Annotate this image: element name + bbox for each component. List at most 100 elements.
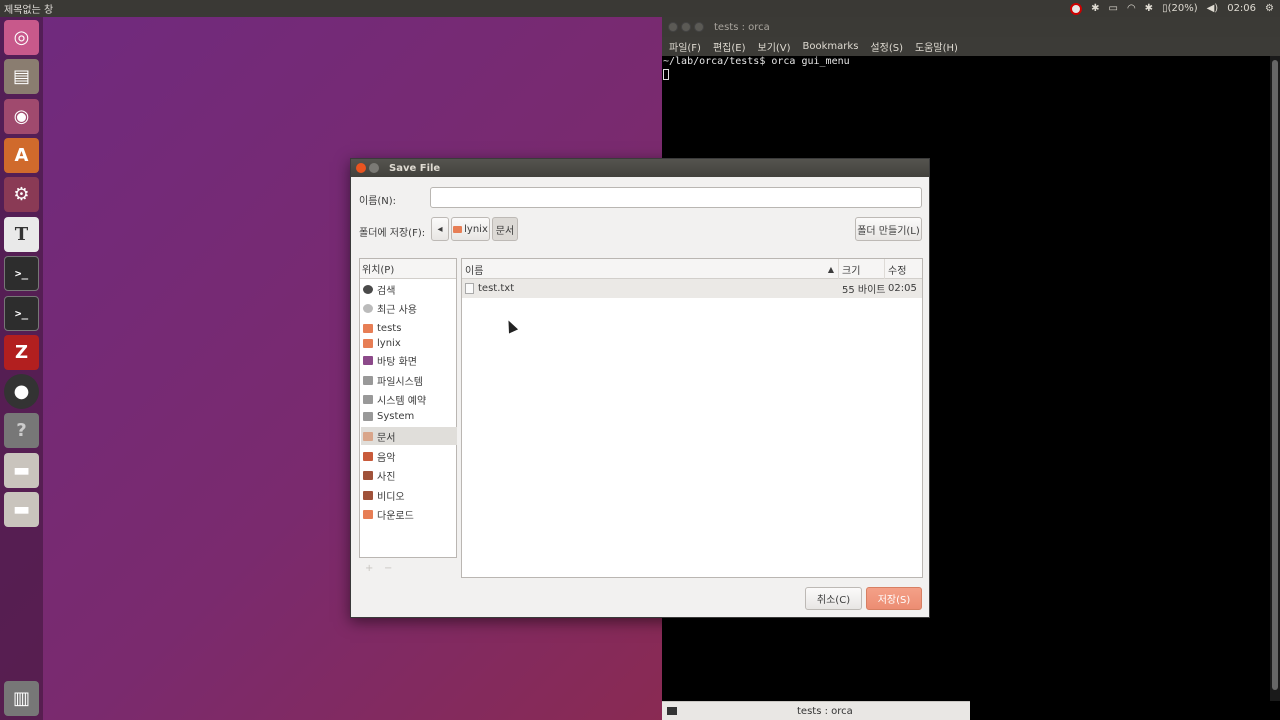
- bluetooth-indicator-icon[interactable]: ✱: [1145, 3, 1153, 14]
- place-label: 검색: [377, 285, 396, 297]
- dialog-titlebar[interactable]: Save File: [351, 159, 929, 177]
- trash-icon[interactable]: ▥: [4, 681, 39, 716]
- add-bookmark-icon[interactable]: +: [365, 563, 373, 574]
- minimize-icon[interactable]: [681, 22, 691, 32]
- terminal-titlebar[interactable]: tests : orca: [662, 17, 1280, 37]
- home-folder-icon: [363, 338, 373, 348]
- obs-icon[interactable]: ●: [4, 374, 39, 409]
- place-documents[interactable]: 문서: [361, 427, 457, 445]
- place-label: 파일시스템: [377, 376, 423, 388]
- terminal-scrollbar[interactable]: [1270, 56, 1280, 701]
- terminal-output[interactable]: ~/lab/orca/tests$ orca gui_menu: [662, 56, 1270, 83]
- place-pictures[interactable]: 사진: [361, 466, 457, 484]
- gear-icon[interactable]: ⚙: [1265, 3, 1274, 14]
- downloads-folder-icon: [363, 509, 373, 519]
- place-downloads[interactable]: 다운로드: [361, 505, 457, 523]
- folder-icon: [363, 323, 373, 333]
- file-size-cell: 55 바이트: [842, 285, 886, 296]
- menu-bookmarks[interactable]: Bookmarks: [803, 41, 859, 52]
- launcher: ◎ ▤ ◉ A ⚙ T >_ >_ Z ● ? ▬ ▬ ▥: [0, 17, 43, 720]
- chevron-left-icon: ◂: [437, 223, 443, 235]
- place-label: 음악: [377, 452, 396, 464]
- table-row[interactable]: test.txt 55 바이트 02:05: [462, 279, 922, 298]
- indicator-area: ✱ ▭ ◠ ✱ ▯(20%) ◀) 02:06 ⚙: [1070, 0, 1274, 17]
- terminal-2-icon[interactable]: >_: [4, 296, 39, 331]
- name-label: 이름(N):: [359, 196, 397, 207]
- place-lynix[interactable]: lynix: [361, 334, 457, 352]
- drive-2-icon[interactable]: ▬: [4, 492, 39, 527]
- place-label: 시스템 예약: [377, 395, 427, 407]
- terminal-icon[interactable]: >_: [4, 256, 39, 291]
- maximize-icon[interactable]: [694, 22, 704, 32]
- save-file-dialog: Save File 이름(N): 폴더에 저장(F): ◂ lynix 문서 폴…: [350, 158, 930, 618]
- minimize-icon[interactable]: [369, 163, 379, 173]
- music-folder-icon: [363, 451, 373, 461]
- obs-tray-icon[interactable]: [1070, 2, 1083, 15]
- chrome-icon[interactable]: ◉: [4, 99, 39, 134]
- file-list: 이름 ▲ 크기 수정 test.txt 55 바이트 02:05: [461, 258, 923, 578]
- scrollbar-thumb[interactable]: [1272, 60, 1278, 690]
- place-filesystem[interactable]: 파일시스템: [361, 371, 457, 389]
- path-button-lynix[interactable]: lynix: [451, 217, 490, 241]
- text-editor-icon[interactable]: T: [4, 217, 39, 252]
- column-header-modified[interactable]: 수정: [885, 259, 922, 279]
- files-icon[interactable]: ▤: [4, 59, 39, 94]
- top-panel: 제목없는 창 ✱ ▭ ◠ ✱ ▯(20%) ◀) 02:06 ⚙: [0, 0, 1280, 17]
- place-recent[interactable]: 최근 사용: [361, 299, 457, 317]
- sort-ascending-icon: ▲: [827, 264, 834, 274]
- cancel-button[interactable]: 취소(C): [805, 587, 862, 610]
- help-icon[interactable]: ?: [4, 413, 39, 448]
- remove-bookmark-icon[interactable]: −: [384, 563, 392, 574]
- menu-file[interactable]: 파일(F): [669, 39, 701, 54]
- close-icon[interactable]: [668, 22, 678, 32]
- active-window-title: 제목없는 창: [4, 5, 54, 16]
- column-header-name[interactable]: 이름 ▲: [462, 259, 839, 279]
- places-header: 위치(P): [360, 259, 456, 279]
- place-label: 최근 사용: [377, 304, 417, 316]
- filezilla-icon[interactable]: Z: [4, 335, 39, 370]
- path-button-documents[interactable]: 문서: [492, 217, 518, 241]
- column-name-label: 이름: [465, 265, 484, 277]
- place-search[interactable]: 검색: [361, 280, 457, 298]
- wifi-icon[interactable]: ◠: [1127, 3, 1136, 14]
- battery-indicator[interactable]: ▯(20%): [1162, 3, 1198, 14]
- menu-help[interactable]: 도움말(H): [915, 39, 958, 54]
- filename-input[interactable]: [430, 187, 922, 208]
- pictures-folder-icon: [363, 470, 373, 480]
- place-music[interactable]: 음악: [361, 447, 457, 465]
- desktop-icon: [363, 355, 373, 365]
- place-label: 문서: [377, 432, 396, 444]
- file-name-cell: test.txt: [465, 279, 514, 298]
- path-back-button[interactable]: ◂: [431, 217, 449, 241]
- menu-view[interactable]: 보기(V): [758, 39, 791, 54]
- place-label: 바탕 화면: [377, 356, 417, 368]
- taskbar-item-terminal[interactable]: tests : orca: [662, 701, 970, 720]
- menu-settings[interactable]: 설정(S): [870, 39, 903, 54]
- drive-icon: [363, 375, 373, 385]
- place-desktop[interactable]: 바탕 화면: [361, 351, 457, 369]
- ubuntu-dash-icon[interactable]: ◎: [4, 20, 39, 55]
- place-label: 비디오: [377, 491, 405, 503]
- clock[interactable]: 02:06: [1227, 3, 1256, 14]
- keyboard-icon[interactable]: ▭: [1108, 3, 1117, 14]
- place-system-reserved[interactable]: 시스템 예약: [361, 390, 457, 408]
- home-folder-icon: [453, 225, 463, 233]
- bluetooth-icon[interactable]: ✱: [1091, 3, 1099, 14]
- dialog-title: Save File: [389, 162, 441, 174]
- system-settings-icon[interactable]: ⚙: [4, 177, 39, 212]
- file-name: test.txt: [478, 283, 515, 294]
- save-button[interactable]: 저장(S): [866, 587, 922, 610]
- create-folder-button[interactable]: 폴더 만들기(L): [855, 217, 922, 241]
- column-header-size[interactable]: 크기: [839, 259, 885, 279]
- place-label: System: [377, 410, 415, 422]
- drive-icon[interactable]: ▬: [4, 453, 39, 488]
- places-sidebar: 위치(P) 검색 최근 사용 tests lynix 바탕 화면 파일시스템 시…: [359, 258, 457, 558]
- place-label: tests: [377, 322, 402, 334]
- menu-edit[interactable]: 편집(E): [713, 39, 746, 54]
- volume-icon[interactable]: ◀): [1207, 3, 1219, 14]
- place-system[interactable]: System: [361, 407, 457, 425]
- close-icon[interactable]: [356, 163, 366, 173]
- place-videos[interactable]: 비디오: [361, 486, 457, 504]
- terminal-cursor: [663, 69, 669, 80]
- software-center-icon[interactable]: A: [4, 138, 39, 173]
